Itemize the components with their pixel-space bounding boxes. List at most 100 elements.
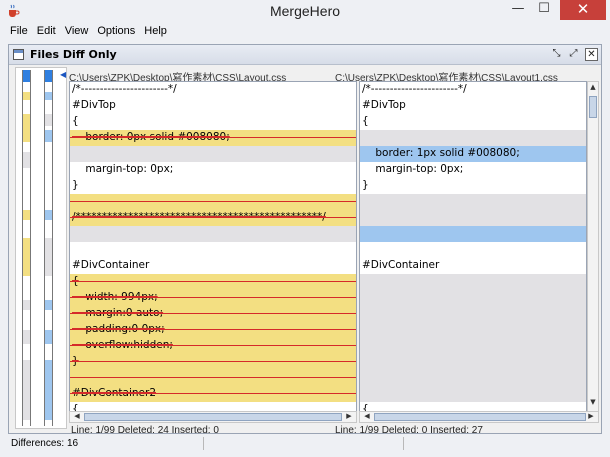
right-editor[interactable]: /*-----------------------*/ #DivTop { bord… bbox=[359, 81, 587, 412]
code-line[interactable]: } bbox=[70, 354, 356, 370]
code-line[interactable]: margin:0 auto; bbox=[70, 306, 356, 322]
left-horizontal-scrollbar[interactable]: ◀ ▶ bbox=[69, 411, 357, 423]
left-file-path: C:\Users\ZPK\Desktop\寫作素材\CSS\Layout.css bbox=[69, 73, 287, 81]
right-file-path: C:\Users\ZPK\Desktop\寫作素材\CSS\Layout1.cs… bbox=[335, 73, 558, 81]
code-line[interactable] bbox=[360, 194, 586, 210]
document-icon bbox=[13, 49, 24, 60]
code-line[interactable]: /***************************************… bbox=[70, 210, 356, 226]
code-line-text: } bbox=[72, 355, 79, 367]
overview-pointer-icon: ◀ bbox=[60, 70, 67, 79]
code-line[interactable]: } bbox=[70, 178, 356, 194]
code-line-text: #DivContainer bbox=[72, 259, 150, 271]
code-line-text: width: 994px; bbox=[72, 291, 158, 303]
code-line-text: /*-----------------------*/ bbox=[362, 83, 467, 95]
scroll-down-icon[interactable]: ▼ bbox=[588, 398, 598, 410]
code-line[interactable]: margin-top: 0px; bbox=[70, 162, 356, 178]
code-line[interactable]: { bbox=[70, 274, 356, 290]
menu-view[interactable]: View bbox=[61, 23, 94, 41]
code-line-text: #DivContainer bbox=[362, 259, 440, 271]
code-line[interactable]: border: 1px solid #008080; bbox=[360, 146, 586, 162]
code-line-text: { bbox=[72, 115, 79, 127]
menu-file[interactable]: File bbox=[6, 23, 33, 41]
overview-right-column[interactable] bbox=[44, 70, 53, 426]
code-line[interactable] bbox=[360, 242, 586, 258]
code-line-text: /*-----------------------*/ bbox=[72, 83, 177, 95]
code-line-text: /***************************************… bbox=[72, 211, 326, 223]
code-line-text: } bbox=[362, 179, 369, 191]
code-line[interactable] bbox=[70, 242, 356, 258]
code-line-text: overflow:hidden; bbox=[72, 339, 173, 351]
code-line-text: #DivContainer2 bbox=[72, 387, 157, 399]
vscroll-thumb[interactable] bbox=[589, 96, 597, 118]
diff-overview-map[interactable]: ◀ bbox=[15, 67, 67, 429]
close-button[interactable]: ✕ bbox=[560, 0, 606, 20]
scroll-right-icon[interactable]: ▶ bbox=[585, 412, 597, 422]
code-line-text: padding:0 0px; bbox=[72, 323, 165, 335]
diff-internal-frame: Files Diff Only ⤡ ⤢ ✕ ◀ C:\Users\ZPK\Des… bbox=[8, 44, 602, 436]
code-line-text: border: 0px solid #008080; bbox=[72, 131, 230, 143]
code-line[interactable] bbox=[360, 306, 586, 322]
code-line[interactable] bbox=[360, 370, 586, 386]
code-line-text: margin-top: 0px; bbox=[362, 163, 464, 175]
code-line[interactable] bbox=[70, 194, 356, 210]
minimize-button[interactable]: — bbox=[505, 0, 531, 20]
code-line-text: } bbox=[72, 179, 79, 191]
scroll-left-icon[interactable]: ◀ bbox=[361, 412, 373, 422]
scroll-up-icon[interactable]: ▲ bbox=[588, 83, 598, 95]
overview-left-column[interactable] bbox=[22, 70, 31, 426]
code-line[interactable] bbox=[360, 226, 586, 242]
menu-edit[interactable]: Edit bbox=[33, 23, 61, 41]
left-editor[interactable]: /*-----------------------*/ #DivTop { bord… bbox=[69, 81, 357, 412]
menu-help[interactable]: Help bbox=[140, 23, 172, 41]
code-line[interactable] bbox=[360, 210, 586, 226]
code-line[interactable]: /*-----------------------*/ bbox=[360, 82, 586, 98]
code-line[interactable]: #DivTop bbox=[70, 98, 356, 114]
code-line-text: #DivTop bbox=[72, 99, 116, 111]
bottom-status-bar: Differences: 16 bbox=[8, 436, 602, 452]
code-line-text: margin:0 auto; bbox=[72, 307, 164, 319]
maximize-button[interactable]: ☐ bbox=[531, 0, 557, 20]
code-line[interactable] bbox=[360, 322, 586, 338]
code-line[interactable] bbox=[70, 226, 356, 242]
code-line-text: margin-top: 0px; bbox=[72, 163, 174, 175]
code-line[interactable]: #DivContainer bbox=[70, 258, 356, 274]
internal-frame-title: Files Diff Only bbox=[30, 48, 117, 61]
code-line[interactable]: { bbox=[360, 114, 586, 130]
left-hscroll-thumb[interactable] bbox=[84, 413, 342, 421]
code-line[interactable] bbox=[360, 338, 586, 354]
code-line-text: #DivTop bbox=[362, 99, 406, 111]
code-line[interactable]: padding:0 0px; bbox=[70, 322, 356, 338]
right-hscroll-thumb[interactable] bbox=[374, 413, 586, 421]
close-frame-button[interactable]: ✕ bbox=[585, 48, 598, 61]
code-line[interactable]: width: 994px; bbox=[70, 290, 356, 306]
restore-frame-button[interactable]: ⤡ bbox=[550, 48, 563, 61]
code-line-text: border: 1px solid #008080; bbox=[362, 147, 520, 159]
title-bar: MergeHero — ☐ ✕ bbox=[0, 0, 610, 22]
menu-options[interactable]: Options bbox=[93, 23, 140, 41]
code-line[interactable]: { bbox=[70, 114, 356, 130]
code-line[interactable]: border: 0px solid #008080; bbox=[70, 130, 356, 146]
code-line[interactable] bbox=[70, 370, 356, 386]
code-line[interactable] bbox=[360, 386, 586, 402]
code-line[interactable] bbox=[360, 130, 586, 146]
code-line[interactable] bbox=[360, 290, 586, 306]
code-line[interactable]: /*-----------------------*/ bbox=[70, 82, 356, 98]
code-line-text: { bbox=[72, 275, 79, 287]
code-line[interactable]: } bbox=[360, 178, 586, 194]
code-line[interactable]: overflow:hidden; bbox=[70, 338, 356, 354]
right-horizontal-scrollbar[interactable]: ◀ ▶ bbox=[359, 411, 599, 423]
internal-frame-title-bar: Files Diff Only ⤡ ⤢ ✕ bbox=[9, 45, 601, 65]
code-line[interactable]: #DivContainer bbox=[360, 258, 586, 274]
scroll-right-icon[interactable]: ▶ bbox=[343, 412, 355, 422]
code-line[interactable]: #DivTop bbox=[360, 98, 586, 114]
code-line[interactable] bbox=[70, 146, 356, 162]
maximize-frame-button[interactable]: ⤢ bbox=[567, 48, 580, 61]
code-line[interactable] bbox=[360, 354, 586, 370]
code-line[interactable] bbox=[360, 274, 586, 290]
menu-bar: File Edit View Options Help bbox=[6, 23, 172, 41]
code-line[interactable]: #DivContainer2 bbox=[70, 386, 356, 402]
right-vertical-scrollbar[interactable]: ▲ ▼ bbox=[587, 81, 599, 412]
scroll-left-icon[interactable]: ◀ bbox=[71, 412, 83, 422]
differences-count: Differences: 16 bbox=[11, 438, 79, 449]
code-line[interactable]: margin-top: 0px; bbox=[360, 162, 586, 178]
